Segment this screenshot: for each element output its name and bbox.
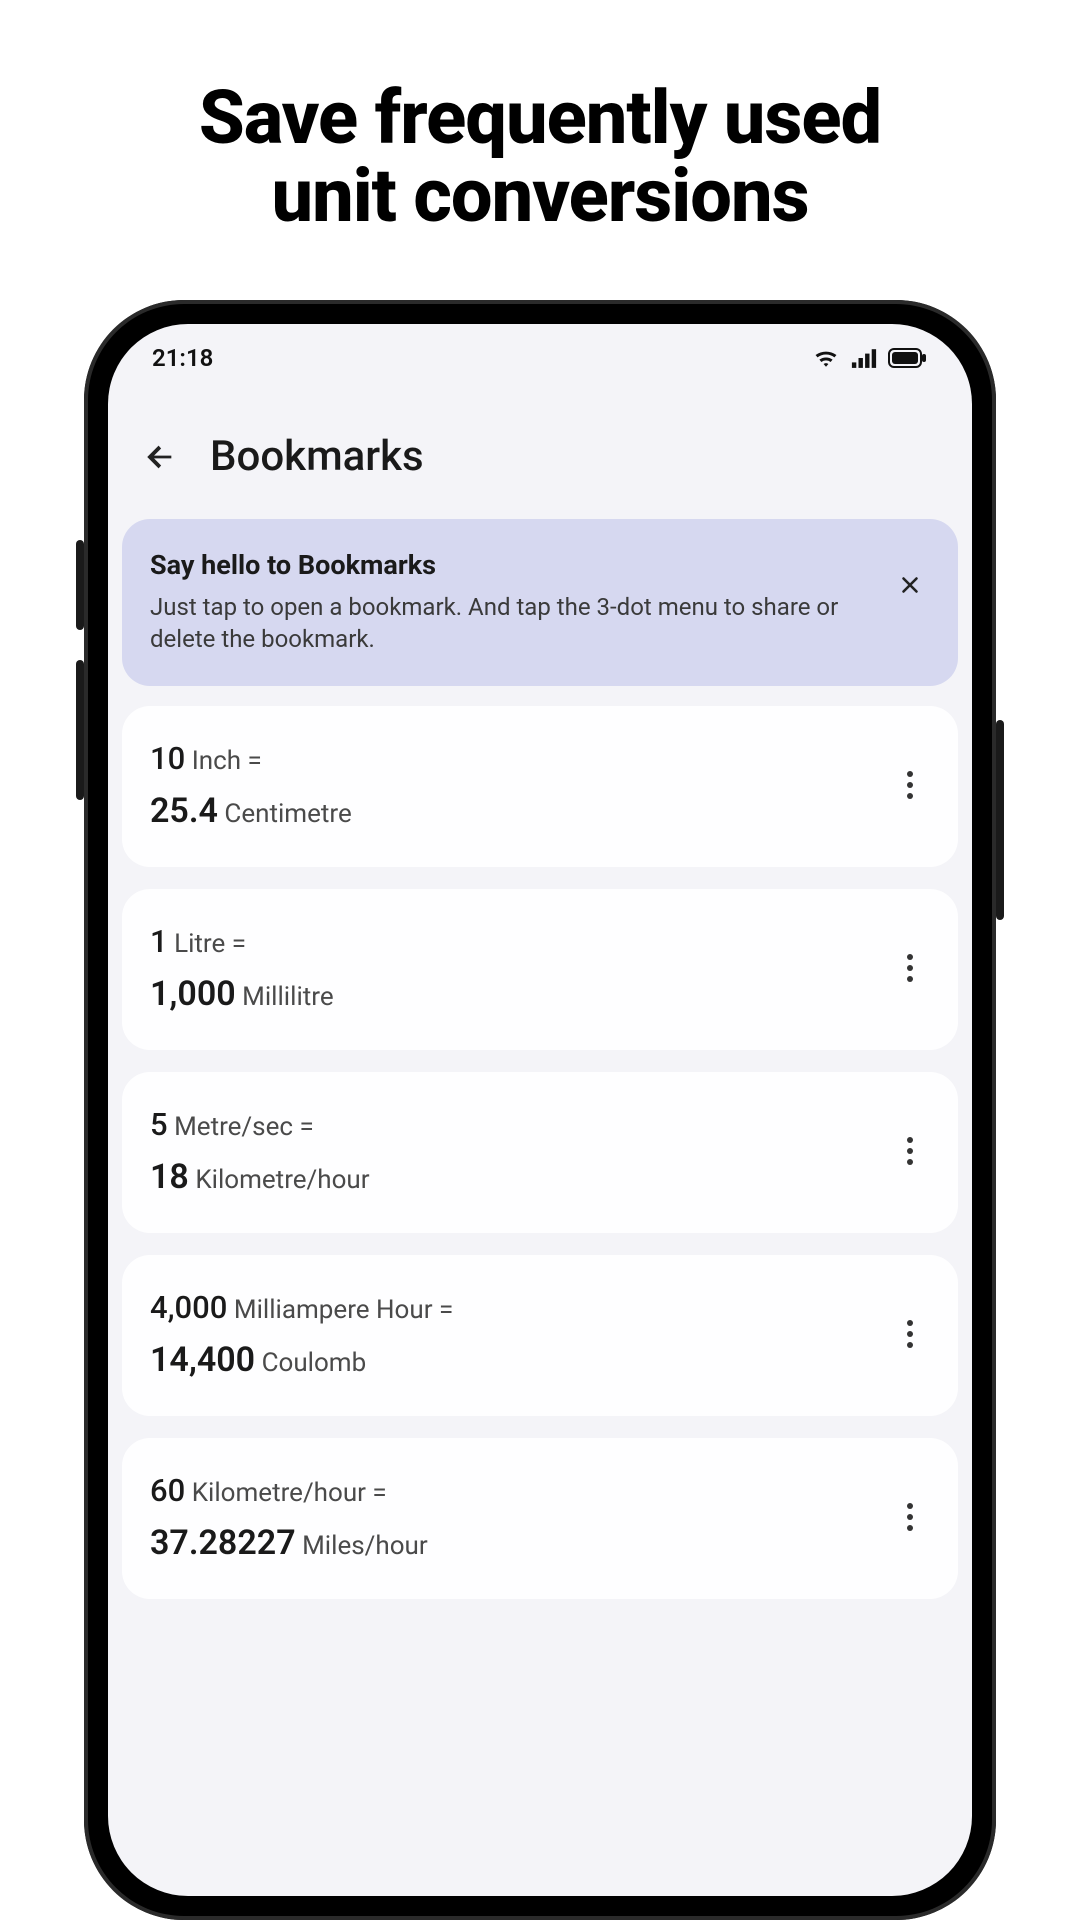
to-unit: Coulomb bbox=[262, 1348, 367, 1378]
more-vert-icon bbox=[906, 953, 914, 983]
to-value: 18 bbox=[150, 1157, 189, 1197]
bookmark-to: 18 Kilometre/hour bbox=[150, 1157, 874, 1197]
battery-icon bbox=[888, 348, 928, 368]
bookmark-list: 10 Inch = 25.4 Centimetre 1 Litre = 1,000 M… bbox=[108, 706, 972, 1599]
phone-side-button bbox=[76, 540, 84, 630]
close-icon bbox=[897, 572, 923, 598]
bookmark-card[interactable]: 10 Inch = 25.4 Centimetre bbox=[122, 706, 958, 867]
to-unit: Miles/hour bbox=[302, 1531, 428, 1561]
bookmark-card[interactable]: 60 Kilometre/hour = 37.28227 Miles/hour bbox=[122, 1438, 958, 1599]
bookmark-card[interactable]: 1 Litre = 1,000 Millilitre bbox=[122, 889, 958, 1050]
info-banner-title: Say hello to Bookmarks bbox=[150, 549, 870, 581]
close-banner-button[interactable] bbox=[890, 565, 930, 605]
more-vert-icon bbox=[906, 1136, 914, 1166]
from-unit: Milliampere Hour bbox=[234, 1295, 433, 1325]
page-title: Bookmarks bbox=[210, 432, 424, 481]
info-banner-body: Just tap to open a bookmark. And tap the… bbox=[150, 591, 870, 656]
from-value: 10 bbox=[150, 740, 185, 777]
arrow-left-icon bbox=[143, 440, 177, 474]
equals-sign: = bbox=[248, 746, 262, 776]
info-banner: Say hello to Bookmarks Just tap to open … bbox=[122, 519, 958, 686]
phone-frame: 21:18 bbox=[84, 300, 996, 1920]
status-bar: 21:18 bbox=[108, 324, 972, 382]
back-button[interactable] bbox=[138, 435, 182, 479]
from-unit: Inch bbox=[192, 746, 241, 776]
status-icons bbox=[812, 347, 928, 369]
wifi-icon bbox=[812, 347, 840, 369]
to-value: 1,000 bbox=[150, 974, 236, 1014]
phone-side-button bbox=[76, 660, 84, 800]
bookmark-from: 1 Litre = bbox=[150, 923, 874, 960]
to-value: 37.28227 bbox=[150, 1523, 296, 1563]
from-value: 1 bbox=[150, 923, 168, 960]
hero-line-2: unit conversions bbox=[0, 158, 1080, 236]
bookmark-from: 10 Inch = bbox=[150, 740, 874, 777]
equals-sign: = bbox=[299, 1112, 313, 1142]
bookmark-from: 5 Metre/sec = bbox=[150, 1106, 874, 1143]
more-options-button[interactable] bbox=[890, 938, 930, 998]
phone-side-button bbox=[996, 720, 1004, 920]
signal-icon bbox=[850, 347, 878, 369]
hero-line-1: Save frequently used bbox=[0, 80, 1080, 158]
more-options-button[interactable] bbox=[890, 1304, 930, 1364]
equals-sign: = bbox=[372, 1478, 386, 1508]
to-value: 25.4 bbox=[150, 791, 218, 831]
more-options-button[interactable] bbox=[890, 1487, 930, 1547]
to-unit: Millilitre bbox=[242, 982, 334, 1012]
bookmark-card[interactable]: 5 Metre/sec = 18 Kilometre/hour bbox=[122, 1072, 958, 1233]
bookmark-to: 1,000 Millilitre bbox=[150, 974, 874, 1014]
more-vert-icon bbox=[906, 1502, 914, 1532]
more-vert-icon bbox=[906, 1319, 914, 1349]
equals-sign: = bbox=[232, 929, 246, 959]
from-unit: Metre/sec bbox=[174, 1112, 293, 1142]
app-bar: Bookmarks bbox=[108, 382, 972, 511]
bookmark-to: 37.28227 Miles/hour bbox=[150, 1523, 874, 1563]
bookmark-to: 14,400 Coulomb bbox=[150, 1340, 874, 1380]
status-time: 21:18 bbox=[152, 344, 213, 372]
from-value: 60 bbox=[150, 1472, 185, 1509]
more-options-button[interactable] bbox=[890, 1121, 930, 1181]
from-unit: Litre bbox=[174, 929, 225, 959]
screen: 21:18 bbox=[108, 324, 972, 1896]
bookmark-card[interactable]: 4,000 Milliampere Hour = 14,400 Coulomb bbox=[122, 1255, 958, 1416]
bookmark-from: 4,000 Milliampere Hour = bbox=[150, 1289, 874, 1326]
to-unit: Centimetre bbox=[224, 799, 351, 829]
bookmark-to: 25.4 Centimetre bbox=[150, 791, 874, 831]
hero-heading: Save frequently used unit conversions bbox=[0, 0, 1080, 235]
more-options-button[interactable] bbox=[890, 755, 930, 815]
from-value: 4,000 bbox=[150, 1289, 227, 1326]
from-unit: Kilometre/hour bbox=[192, 1478, 366, 1508]
equals-sign: = bbox=[439, 1295, 453, 1325]
more-vert-icon bbox=[906, 770, 914, 800]
bookmark-from: 60 Kilometre/hour = bbox=[150, 1472, 874, 1509]
from-value: 5 bbox=[150, 1106, 168, 1143]
to-unit: Kilometre/hour bbox=[195, 1165, 369, 1195]
to-value: 14,400 bbox=[150, 1340, 255, 1380]
